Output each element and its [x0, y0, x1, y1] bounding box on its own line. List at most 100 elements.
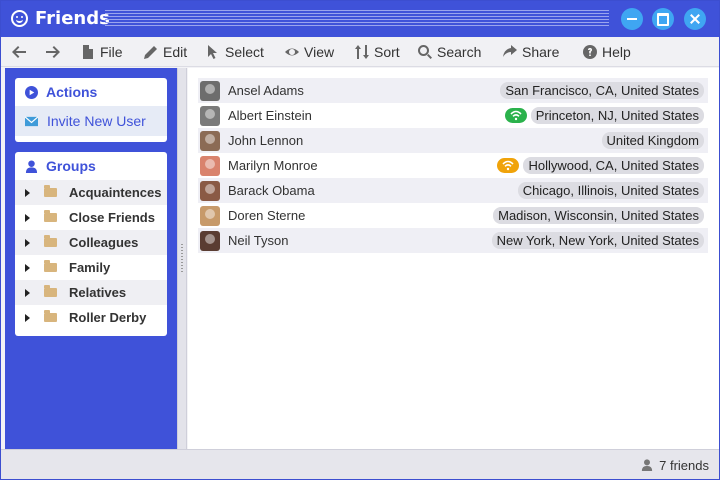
pane-splitter[interactable] — [177, 68, 187, 449]
invite-new-user-button[interactable]: Invite New User — [15, 106, 167, 136]
group-label: Relatives — [69, 285, 127, 300]
friend-location: Madison, Wisconsin, United States — [493, 207, 704, 224]
envelope-icon — [25, 115, 38, 126]
friend-row[interactable]: Marilyn Monroe Hollywood, CA, United Stat… — [198, 153, 708, 178]
title-bar[interactable]: Friends — [1, 1, 719, 37]
back-button[interactable] — [11, 37, 27, 67]
group-item-close-friends[interactable]: Close Friends — [15, 205, 167, 230]
file-menu[interactable]: File — [81, 37, 123, 67]
friend-location: United Kingdom — [601, 132, 704, 149]
edit-menu[interactable]: Edit — [144, 37, 187, 67]
pencil-icon — [144, 46, 157, 59]
group-list: Acquaintences Close Friends Colleagues F… — [15, 180, 167, 330]
close-button[interactable] — [684, 8, 706, 30]
friend-count-label: 7 friends — [659, 457, 709, 473]
groups-heading-label: Groups — [46, 158, 96, 174]
sort-menu[interactable]: Sort — [355, 37, 400, 67]
search-icon — [418, 45, 432, 59]
toolbar: File Edit Select View Sort Search Share — [1, 37, 719, 67]
group-item-family[interactable]: Family — [15, 255, 167, 280]
sort-icon — [355, 45, 369, 59]
file-icon — [83, 45, 93, 59]
window-title: Friends — [35, 8, 110, 29]
maximize-button[interactable] — [652, 8, 674, 30]
caret-right-icon[interactable] — [25, 188, 30, 197]
sort-menu-label: Sort — [374, 44, 400, 60]
friend-location: Chicago, Illinois, United States — [517, 182, 704, 199]
folder-icon — [44, 285, 57, 297]
minimize-button[interactable] — [621, 8, 643, 30]
avatar — [200, 180, 220, 201]
groups-heading: Groups — [15, 152, 167, 180]
avatar — [200, 155, 220, 176]
friend-name: Neil Tyson — [228, 233, 289, 248]
group-label: Acquaintences — [69, 185, 162, 200]
user-icon — [641, 459, 653, 471]
groups-panel: Groups Acquaintences Close Friends Colle… — [15, 152, 167, 336]
smiley-icon — [11, 10, 28, 27]
share-menu-label: Share — [522, 44, 560, 60]
actions-heading: Actions — [15, 78, 167, 106]
group-item-acquaintences[interactable]: Acquaintences — [15, 180, 167, 205]
search-menu[interactable]: Search — [418, 37, 481, 67]
friend-location: Princeton, NJ, United States — [530, 107, 704, 124]
group-label: Roller Derby — [69, 310, 147, 325]
help-icon — [583, 45, 597, 59]
caret-right-icon[interactable] — [25, 213, 30, 222]
friends-list-pane: Ansel Adams San Francisco, CA, United Sta… — [188, 68, 719, 449]
wifi-status-icon — [505, 108, 527, 123]
friends-list: Ansel Adams San Francisco, CA, United Sta… — [198, 78, 708, 253]
status-bar: 7 friends — [1, 449, 719, 479]
caret-right-icon[interactable] — [25, 313, 30, 322]
group-item-relatives[interactable]: Relatives — [15, 280, 167, 305]
cursor-icon — [208, 45, 217, 59]
play-circle-icon — [25, 85, 38, 99]
file-menu-label: File — [100, 44, 123, 60]
help-menu-label: Help — [602, 44, 631, 60]
friend-name: John Lennon — [228, 133, 304, 148]
caret-right-icon[interactable] — [25, 238, 30, 247]
friend-row[interactable]: Albert Einstein Princeton, NJ, United Sta… — [198, 103, 708, 128]
title-bar-grip[interactable] — [105, 10, 609, 28]
eye-icon — [285, 48, 299, 56]
group-item-colleagues[interactable]: Colleagues — [15, 230, 167, 255]
actions-heading-label: Actions — [46, 84, 98, 100]
invite-new-user-label: Invite New User — [47, 113, 146, 129]
friend-name: Albert Einstein — [228, 108, 312, 123]
user-icon — [25, 159, 38, 173]
avatar — [200, 130, 220, 151]
group-label: Family — [69, 260, 111, 275]
friend-row[interactable]: Ansel Adams San Francisco, CA, United Sta… — [198, 78, 708, 103]
friend-row[interactable]: Doren Sterne Madison, Wisconsin, United S… — [198, 203, 708, 228]
help-menu[interactable]: Help — [583, 37, 631, 67]
group-label: Colleagues — [69, 235, 139, 250]
caret-right-icon[interactable] — [25, 288, 30, 297]
friend-name: Ansel Adams — [228, 83, 304, 98]
select-menu[interactable]: Select — [206, 37, 264, 67]
avatar — [200, 230, 220, 251]
caret-right-icon[interactable] — [25, 263, 30, 272]
share-menu[interactable]: Share — [503, 37, 559, 67]
view-menu[interactable]: View — [285, 37, 334, 67]
friend-row[interactable]: John Lennon United Kingdom — [198, 128, 708, 153]
share-icon — [503, 45, 517, 57]
friend-row[interactable]: Neil Tyson New York, New York, United Sta… — [198, 228, 708, 253]
wifi-status-icon — [497, 158, 519, 173]
avatar — [200, 205, 220, 226]
forward-button[interactable] — [45, 37, 61, 67]
arrow-right-icon — [46, 46, 60, 58]
sidebar: Actions Invite New User Groups Acquainte… — [5, 68, 177, 449]
friend-location: Hollywood, CA, United States — [523, 157, 704, 174]
avatar — [200, 80, 220, 101]
actions-panel: Actions Invite New User — [15, 78, 167, 142]
group-item-roller-derby[interactable]: Roller Derby — [15, 305, 167, 330]
select-menu-label: Select — [225, 44, 264, 60]
friend-location: New York, New York, United States — [491, 232, 704, 249]
friend-count-status: 7 friends — [641, 450, 709, 480]
arrow-left-icon — [12, 46, 26, 58]
friend-row[interactable]: Barack Obama Chicago, Illinois, United St… — [198, 178, 708, 203]
search-menu-label: Search — [437, 44, 482, 60]
friend-location: San Francisco, CA, United States — [500, 82, 704, 99]
splitter-grip[interactable] — [181, 244, 183, 274]
view-menu-label: View — [304, 44, 335, 60]
